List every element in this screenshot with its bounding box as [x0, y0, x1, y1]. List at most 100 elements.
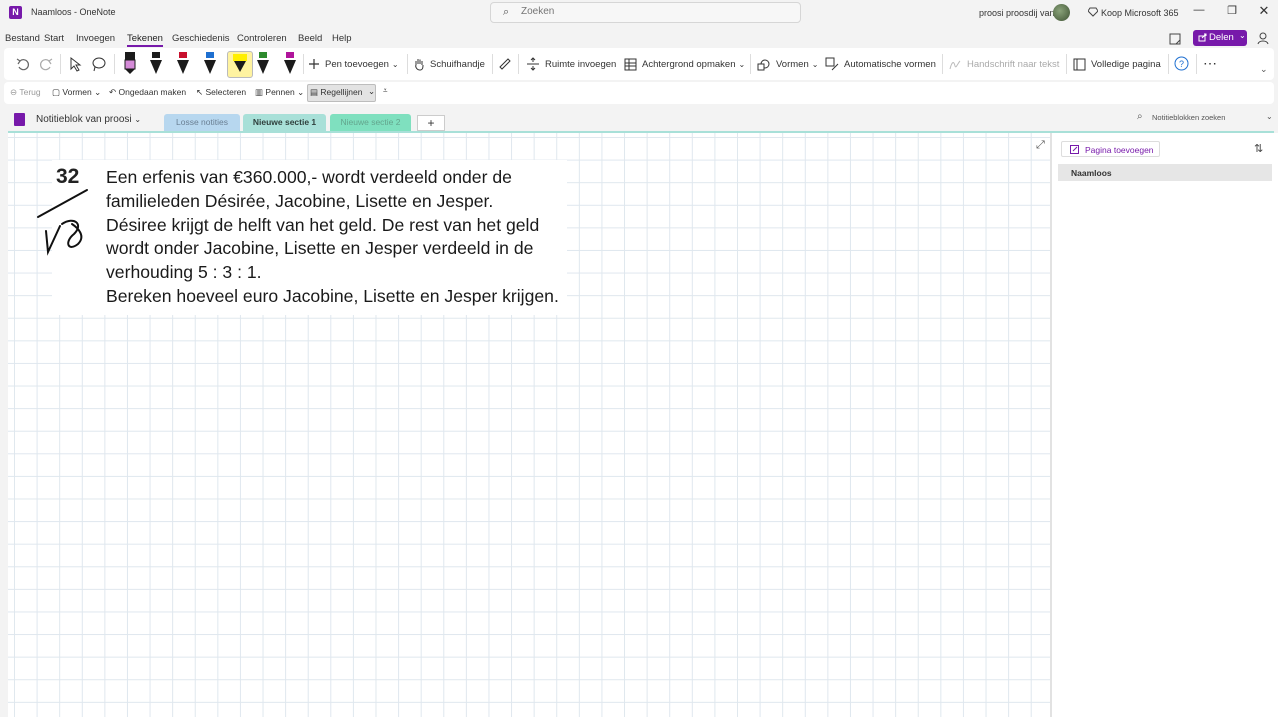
add-page-icon	[1070, 145, 1079, 154]
menu-start[interactable]: Start	[44, 33, 64, 44]
collapse-ribbon-icon[interactable]: ⌄	[1260, 64, 1268, 75]
hand-icon	[415, 58, 424, 71]
background-format-button[interactable]: Achtergrond opmaken ⌄	[624, 48, 745, 80]
sort-pages-icon[interactable]: ⇅	[1254, 142, 1263, 155]
insert-space-button[interactable]: Ruimte invoegen	[526, 48, 616, 80]
plus-icon	[309, 59, 319, 69]
ink-to-text-button[interactable]: Handschrift naar tekst	[948, 48, 1059, 80]
section-tab-nieuwe-sectie-1[interactable]: Nieuwe sectie 1	[243, 114, 326, 132]
ruler-icon[interactable]	[498, 57, 512, 71]
full-page-label: Volledige pagina	[1091, 58, 1161, 70]
more-options-icon[interactable]: ⋯	[1203, 55, 1217, 72]
draw-ribbon: Pen toevoegen ⌄ Schuifhandje Ruimte invoe…	[4, 48, 1274, 80]
notebook-selector[interactable]: Notitieblok van proosi ⌄	[36, 114, 141, 125]
pen-1-icon[interactable]	[123, 52, 137, 76]
shapes-button[interactable]: Vormen ⌄	[757, 48, 818, 80]
shapes-menu-label: Vormen	[62, 87, 92, 97]
search-box[interactable]: ⌕	[490, 2, 801, 23]
pen-2-icon[interactable]	[149, 52, 163, 76]
rule-lines-label: Regellijnen	[320, 87, 363, 97]
chevron-down-icon: ⌄	[1266, 112, 1273, 121]
problem-line: Een erfenis van €360.000,- wordt verdeel…	[106, 167, 512, 187]
insert-space-label: Ruimte invoegen	[545, 58, 617, 70]
share-button[interactable]: Delen ⌄	[1193, 30, 1247, 46]
undo-icon[interactable]	[16, 57, 30, 71]
paper-lines-icon	[624, 58, 637, 70]
pen-6-icon[interactable]	[256, 52, 270, 76]
back-label: Terug	[19, 87, 41, 97]
menu-bar: Bestand Start Invoegen Tekenen Geschiede…	[0, 30, 1278, 48]
problem-line: familieleden Désirée, Jacobine, Lisette …	[106, 190, 494, 211]
menu-geschiedenis[interactable]: Geschiedenis	[172, 33, 230, 44]
menu-beeld[interactable]: Beeld	[298, 33, 322, 44]
sticky-note-icon[interactable]	[1168, 32, 1182, 46]
page-list-item[interactable]: Naamloos	[1058, 164, 1272, 181]
chevron-down-icon: ⌄	[811, 59, 819, 69]
handwritten-ink-icon	[37, 189, 88, 256]
avatar[interactable]	[1053, 4, 1070, 21]
undo-button[interactable]: ↶ Ongedaan maken	[109, 87, 186, 98]
chevron-down-icon[interactable]: ⌄	[368, 86, 375, 97]
problem-line: verhouding 5 : 3 : 1.	[106, 262, 262, 283]
add-page-label: Pagina toevoegen	[1085, 145, 1154, 155]
auto-shapes-button[interactable]: Automatische vormen	[825, 48, 936, 80]
shapes-menu-button[interactable]: ▢ Vormen ⌄	[52, 87, 101, 98]
add-pen-label: Pen toevoegen	[325, 58, 389, 70]
add-section-button[interactable]: +	[417, 115, 445, 131]
select-button[interactable]: ↖ Selecteren	[196, 87, 246, 98]
add-page-button[interactable]: Pagina toevoegen	[1061, 141, 1160, 157]
auto-shapes-label: Automatische vormen	[844, 58, 936, 70]
ink-to-text-label: Handschrift naar tekst	[967, 58, 1060, 70]
restore-icon[interactable]: ❐	[1223, 4, 1241, 17]
window-title: Naamloos - OneNote	[31, 7, 116, 17]
notebook-name: Notitieblok van proosi	[36, 114, 132, 125]
pen-3-icon[interactable]	[176, 52, 190, 76]
back-button[interactable]: ⊖ Terug	[10, 87, 41, 98]
menu-tekenen[interactable]: Tekenen	[127, 33, 163, 47]
background-format-label: Achtergrond opmaken	[642, 58, 736, 70]
notebook-search[interactable]: ⌕ Notitieblokken zoeken ⌄	[1133, 111, 1273, 125]
section-tab-nieuwe-sectie-2[interactable]: Nieuwe sectie 2	[330, 114, 411, 131]
hand-tool-button[interactable]: Schuifhandje	[413, 48, 485, 80]
select-label: Selecteren	[205, 87, 247, 97]
rule-lines-button[interactable]: ▤ Regellijnen	[310, 87, 362, 98]
chevron-down-icon: ⌄	[391, 59, 399, 69]
menu-bestand[interactable]: Bestand	[5, 33, 40, 44]
highlighter-yellow-icon[interactable]	[233, 52, 247, 76]
customize-toolbar-icon[interactable]: ⩡	[383, 86, 388, 96]
search-icon: ⌕	[1137, 111, 1143, 122]
redo-icon[interactable]	[39, 57, 53, 71]
notebook-icon	[14, 113, 25, 126]
share-label: Delen	[1209, 32, 1234, 43]
pens-menu-button[interactable]: ▥ Pennen ⌄	[255, 87, 304, 98]
section-tab-losse-notities[interactable]: Losse notities	[164, 114, 240, 131]
insert-space-icon	[527, 57, 539, 71]
search-input[interactable]	[521, 6, 791, 17]
buy-microsoft-365-link[interactable]: Koop Microsoft 365	[1101, 8, 1179, 18]
onenote-logo-icon: N	[9, 6, 22, 19]
diamond-icon	[1088, 7, 1098, 17]
svg-text:?: ?	[1179, 59, 1184, 69]
menu-help[interactable]: Help	[332, 33, 352, 44]
menu-invoegen[interactable]: Invoegen	[76, 33, 115, 44]
user-name[interactable]: proosi proosdij van	[979, 8, 1055, 18]
close-icon[interactable]: ✕	[1255, 3, 1273, 19]
full-page-button[interactable]: Volledige pagina	[1073, 48, 1161, 80]
minimize-icon[interactable]: —	[1190, 4, 1208, 16]
pen-4-icon[interactable]	[203, 52, 217, 76]
help-icon[interactable]: ?	[1174, 56, 1189, 71]
add-pen-button[interactable]: Pen toevoegen ⌄	[308, 48, 399, 80]
select-cursor-icon[interactable]	[68, 56, 82, 72]
shapes-icon	[757, 59, 770, 70]
pages-panel	[1052, 133, 1278, 717]
chevron-down-icon[interactable]: ⌄	[1239, 31, 1246, 40]
expand-icon[interactable]: ⤢	[1036, 139, 1045, 152]
problem-text[interactable]: Een erfenis van €360.000,- wordt verdeel…	[106, 166, 566, 309]
comments-icon[interactable]	[1256, 31, 1270, 45]
lasso-select-icon[interactable]	[91, 56, 107, 72]
page-title: Naamloos	[1071, 168, 1112, 178]
full-page-icon	[1073, 58, 1086, 70]
menu-controleren[interactable]: Controleren	[237, 33, 287, 44]
pen-7-icon[interactable]	[283, 52, 297, 76]
shapes-label: Vormen	[776, 58, 809, 70]
